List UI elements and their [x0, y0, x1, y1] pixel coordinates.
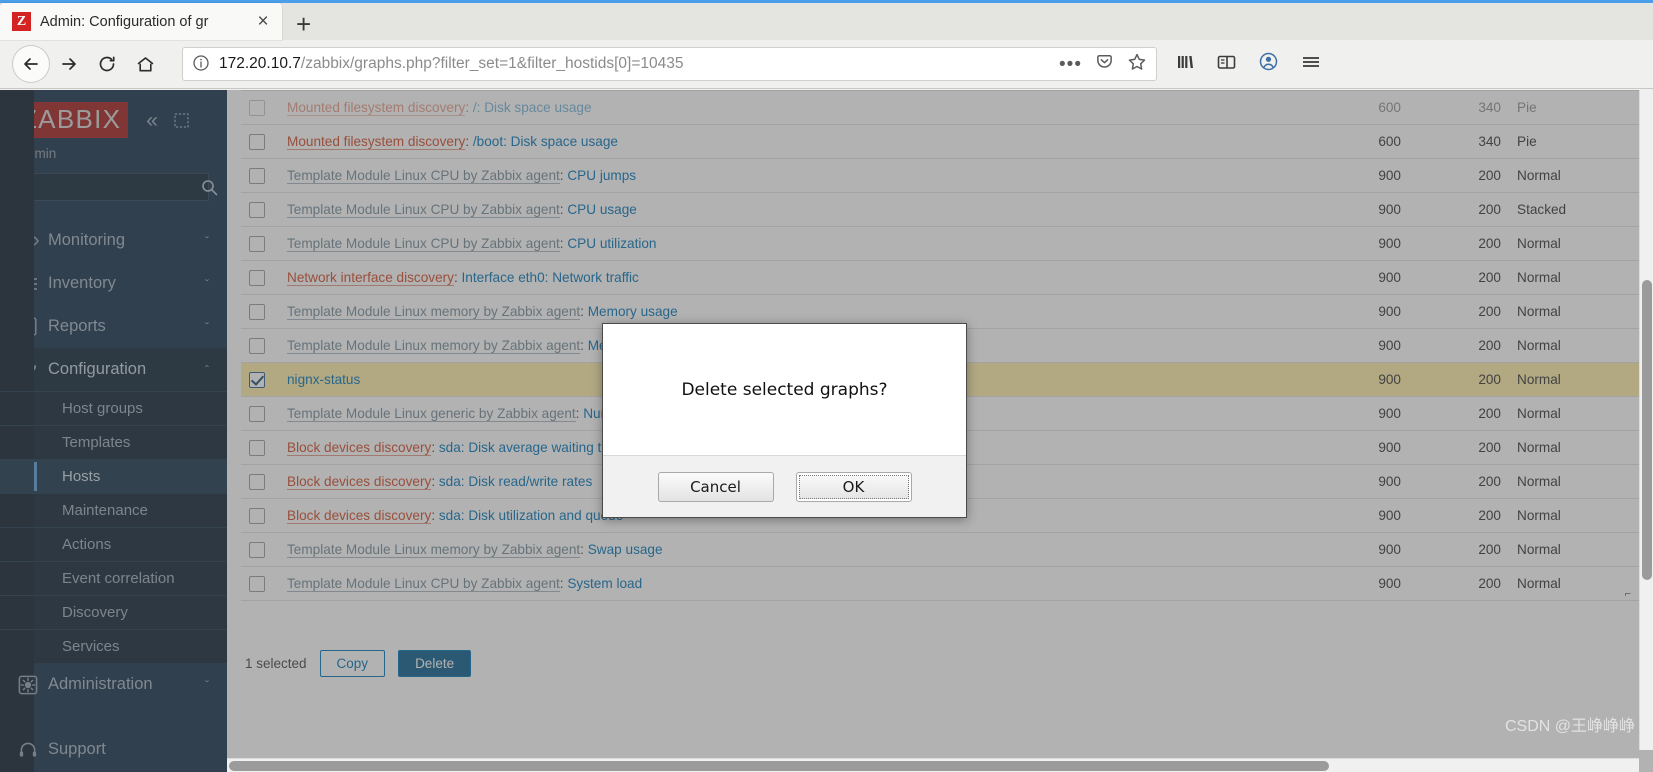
confirm-dialog: Delete selected graphs? Cancel OK [602, 323, 967, 518]
bookmark-star-icon[interactable] [1127, 52, 1147, 77]
resize-handle[interactable]: ⌐ [1625, 588, 1631, 600]
cancel-button[interactable]: Cancel [657, 471, 774, 502]
tab-title: Admin: Configuration of gr [40, 13, 209, 30]
site-info-icon[interactable] [192, 54, 212, 74]
pocket-icon[interactable] [1095, 52, 1114, 76]
forward-button[interactable] [50, 45, 88, 83]
account-icon[interactable] [1258, 51, 1279, 77]
horizontal-scrollbar[interactable] [227, 758, 1639, 772]
navigation-toolbar: 172.20.10.7/zabbix/graphs.php?filter_set… [0, 40, 1653, 89]
vertical-scrollbar[interactable] [1639, 90, 1653, 750]
url-text: 172.20.10.7/zabbix/graphs.php?filter_set… [219, 55, 1059, 73]
tab-strip: Z Admin: Configuration of gr × + [0, 0, 1653, 40]
sidebar-toggle-icon[interactable] [1216, 52, 1237, 77]
library-icon[interactable] [1175, 52, 1195, 77]
page-actions-icon[interactable]: ••• [1059, 55, 1082, 74]
watermark: CSDN @王峥峥峥 [1504, 718, 1635, 735]
confirm-footer: Cancel OK [603, 455, 966, 517]
web-page: ZABBIX « Admin Monitoring ˇ Inventory ˇ … [0, 90, 1653, 772]
reload-button[interactable] [88, 45, 126, 83]
url-host: 172.20.10.7 [219, 55, 301, 72]
back-button[interactable] [12, 45, 50, 83]
hamburger-menu-icon[interactable] [1300, 52, 1322, 77]
browser-toolbar-right [1175, 51, 1322, 77]
home-button[interactable] [126, 45, 164, 83]
address-bar[interactable]: 172.20.10.7/zabbix/graphs.php?filter_set… [182, 47, 1157, 81]
browser-tab[interactable]: Z Admin: Configuration of gr × [0, 3, 282, 40]
vertical-scrollbar-thumb[interactable] [1642, 280, 1652, 580]
ok-button[interactable]: OK [795, 471, 912, 502]
zabbix-favicon: Z [12, 12, 31, 31]
horizontal-scrollbar-thumb[interactable] [229, 761, 1329, 771]
url-path: /zabbix/graphs.php?filter_set=1&filter_h… [300, 55, 684, 72]
confirm-message: Delete selected graphs? [681, 379, 888, 400]
browser-window: Z Admin: Configuration of gr × + 172.20.… [0, 0, 1653, 772]
close-icon[interactable]: × [252, 12, 274, 31]
new-tab-icon[interactable]: + [296, 11, 311, 37]
